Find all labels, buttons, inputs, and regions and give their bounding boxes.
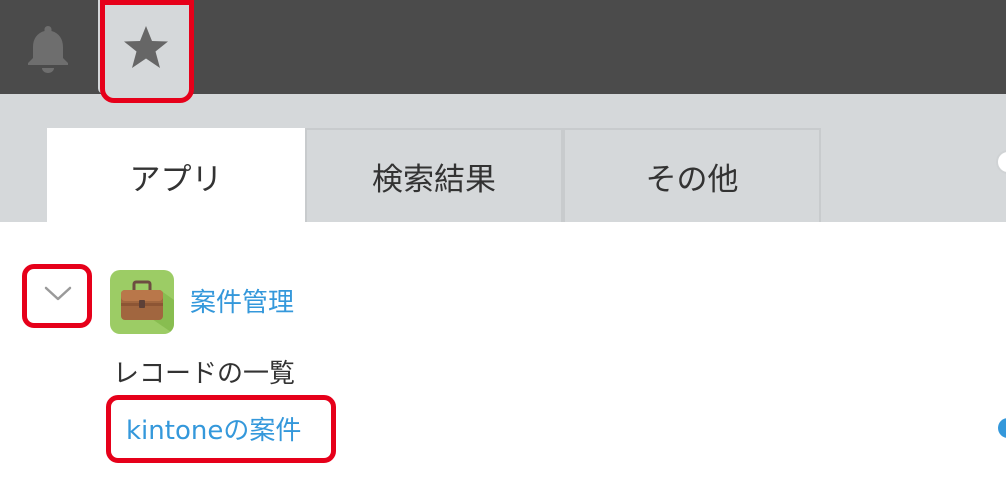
side-indicator [998, 418, 1006, 438]
app-icon[interactable] [110, 270, 174, 334]
bell-icon [28, 26, 68, 73]
saved-view-link[interactable]: kintoneの案件 [126, 410, 301, 447]
tab-apps[interactable]: アプリ [47, 128, 305, 222]
tab-bar: アプリ 検索結果 その他 [0, 94, 1006, 222]
top-header-bar [0, 0, 1006, 94]
app-name-link[interactable]: 案件管理 [190, 282, 294, 319]
favorites-panel: 案件管理 レコードの一覧 kintoneの案件 [0, 222, 1006, 500]
tab-search-results[interactable]: 検索結果 [305, 128, 563, 222]
briefcase-icon [121, 280, 174, 334]
star-icon [124, 26, 168, 68]
record-list-label: レコードの一覧 [113, 359, 296, 389]
collapse-toggle-button[interactable] [26, 265, 90, 323]
notification-button[interactable] [18, 18, 78, 78]
favorites-button[interactable] [98, 0, 194, 94]
tab-other[interactable]: その他 [563, 128, 821, 222]
chevron-down-icon [44, 286, 72, 301]
